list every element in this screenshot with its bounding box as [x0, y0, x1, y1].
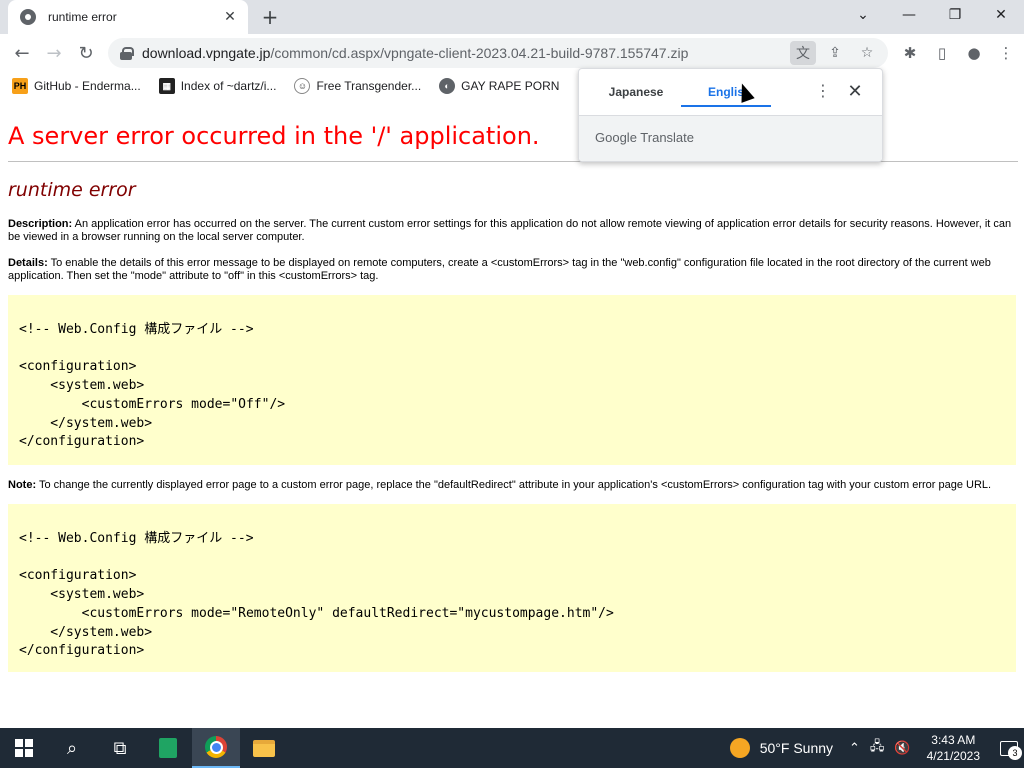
index-icon: ▦ [158, 78, 175, 94]
notification-count: 3 [1008, 746, 1022, 760]
close-tab-icon[interactable]: ✕ [220, 7, 240, 27]
page-content: A server error occurred in the '/' appli… [0, 100, 1024, 728]
browser-tab[interactable]: runtime error ✕ [8, 0, 248, 34]
toolbar: ← → ↻ download.vpngate.jp/common/cd.aspx… [0, 34, 1024, 72]
page-title: A server error occurred in the '/' appli… [8, 122, 540, 150]
clock-date: 4/21/2023 [926, 749, 980, 763]
volume-muted-icon[interactable]: 🔇 [894, 740, 910, 756]
tab-japanese[interactable]: Japanese [591, 79, 681, 107]
clock-time: 3:43 AM [931, 733, 976, 747]
chevron-up-icon[interactable]: ⌃ [849, 740, 860, 756]
globe-icon: ◐ [439, 78, 456, 94]
note-paragraph: Note: To change the currently displayed … [8, 479, 992, 491]
error-subtitle: runtime error [8, 179, 136, 201]
close-icon[interactable]: ✕ [845, 81, 865, 103]
code-block-2: <!-- Web.Config 構成ファイル --> <configuratio… [8, 504, 1016, 672]
network-icon[interactable]: 🖧 [870, 737, 885, 759]
search-icon[interactable]: ⌕ [48, 728, 96, 768]
windows-icon [15, 739, 33, 757]
file-explorer-icon[interactable] [240, 728, 288, 768]
translate-icon[interactable]: 文 [790, 41, 816, 65]
pornhub-icon: PH [12, 78, 28, 94]
tab-english[interactable]: Englis [681, 79, 771, 107]
share-icon[interactable]: ⇪ [822, 41, 848, 65]
restore-button[interactable]: ❐ [932, 0, 978, 30]
reload-button[interactable]: ↻ [74, 41, 98, 65]
system-tray: 50°F Sunny ⌃ 🖧 🔇 3:43 AM 4/21/2023 3 [729, 728, 1024, 768]
tab-title: runtime error [48, 10, 117, 24]
bookmark-item[interactable]: ◐ GAY RAPE PORN [439, 78, 559, 94]
translate-footer: Google Translate [579, 116, 882, 161]
bookmark-item[interactable]: ▦ Index of ~dartz/i... [158, 78, 276, 94]
weather-text[interactable]: 50°F Sunny [760, 740, 833, 756]
taskbar: ⌕ ⧉ 50°F Sunny ⌃ 🖧 🔇 3:43 AM 4/21/2023 3 [0, 728, 1024, 768]
window-controls: ⌄ — ❐ ✕ [840, 0, 1024, 34]
task-view-icon[interactable]: ⧉ [96, 728, 144, 768]
toolbar-right: ✱ ▯ ● ⋮ [898, 41, 1018, 65]
tab-search-icon[interactable]: ⌄ [840, 0, 886, 30]
google-translate-brand: Google Translate [595, 130, 695, 145]
chrome-app-icon[interactable] [192, 728, 240, 768]
notification-center-button[interactable]: 3 [994, 728, 1024, 768]
more-options-icon[interactable]: ⋮ [815, 81, 831, 103]
tab-strip: runtime error ✕ + ⌄ — ❐ ✕ [0, 0, 1024, 34]
back-button[interactable]: ← [10, 41, 34, 65]
details-paragraph: Details: To enable the details of this e… [8, 257, 991, 282]
clock[interactable]: 3:43 AM 4/21/2023 [927, 732, 980, 764]
minimize-button[interactable]: — [886, 0, 932, 30]
bookmark-item[interactable]: ☺ Free Transgender... [294, 78, 421, 94]
profile-avatar[interactable]: ● [962, 41, 986, 65]
url-text[interactable]: download.vpngate.jp/common/cd.aspx/vpnga… [142, 45, 688, 61]
omnibox-icons: 文 ⇪ ☆ [790, 41, 880, 65]
translate-popup: Japanese Englis ⋮ ✕ Google Translate [578, 68, 883, 162]
mask-icon: ☺ [294, 78, 311, 94]
code-block-1: <!-- Web.Config 構成ファイル --> <configuratio… [8, 295, 1016, 465]
sun-icon[interactable] [729, 738, 750, 758]
globe-icon [20, 9, 36, 25]
new-tab-button[interactable]: + [258, 6, 282, 28]
menu-kebab-icon[interactable]: ⋮ [994, 41, 1018, 65]
sheets-app-icon[interactable] [144, 728, 192, 768]
address-bar[interactable]: download.vpngate.jp/common/cd.aspx/vpnga… [108, 38, 888, 68]
extensions-icon[interactable]: ✱ [898, 41, 922, 65]
description-paragraph: Description: An application error has oc… [8, 218, 1012, 243]
side-panel-icon[interactable]: ▯ [930, 41, 954, 65]
start-button[interactable] [0, 728, 48, 768]
forward-button[interactable]: → [42, 41, 66, 65]
lock-icon[interactable] [120, 47, 134, 60]
bookmark-item[interactable]: PH GitHub - Enderma... [12, 78, 141, 94]
close-window-button[interactable]: ✕ [978, 0, 1024, 30]
bookmark-star-icon[interactable]: ☆ [854, 41, 880, 65]
